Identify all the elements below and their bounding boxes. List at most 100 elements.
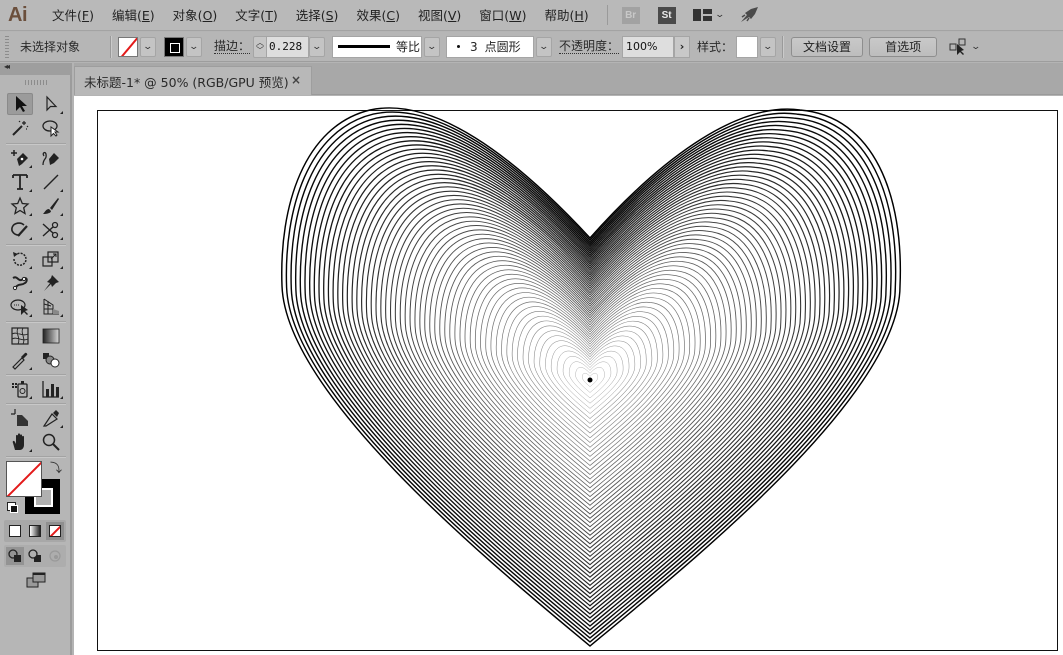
opacity-expand-button[interactable]: ›: [674, 35, 691, 58]
bridge-button[interactable]: Br: [621, 6, 640, 24]
brush-definition[interactable]: 3 点圆形: [446, 35, 535, 58]
opacity-input[interactable]: 100%: [622, 35, 675, 58]
menu-item-w[interactable]: 窗口(W): [473, 0, 532, 31]
type-tool[interactable]: [7, 171, 33, 193]
heart-artwork[interactable]: [74, 96, 1063, 655]
stroke-weight-dropdown[interactable]: ⌄: [309, 36, 326, 57]
lasso-tool[interactable]: [38, 117, 64, 139]
star-tool[interactable]: [7, 195, 33, 217]
direct-selection-icon: [46, 95, 58, 112]
stroke-weight-stepper[interactable]: ︿ ﹀: [253, 35, 268, 58]
menu-item-t[interactable]: 文字(T): [229, 0, 283, 31]
selection-behavior-button[interactable]: ⌄: [949, 38, 981, 56]
default-fill-stroke-icon[interactable]: [7, 502, 18, 513]
selection-status: 未选择对象: [20, 40, 81, 54]
eyedropper-tool[interactable]: [7, 349, 33, 371]
blend-tool[interactable]: [38, 349, 64, 371]
gpu-performance-icon[interactable]: [739, 6, 759, 24]
tool-divider: [6, 244, 66, 245]
artboard-tool[interactable]: [7, 407, 33, 429]
column-graph-icon: [42, 381, 59, 398]
scale-icon: [42, 251, 59, 267]
lasso-icon: [42, 120, 60, 138]
scissors-icon: [42, 221, 59, 239]
chevron-down-icon: ⌄: [311, 41, 323, 52]
rotate-tool[interactable]: [7, 248, 33, 270]
draw-normal-button[interactable]: [6, 547, 24, 565]
control-bar: 未选择对象 ⌄ ⌄ 描边： ︿﹀ 0.228 pt ⌄ 等比 ⌄ 3 点圆形 ⌄…: [0, 32, 1063, 62]
draw-behind-button[interactable]: [26, 547, 44, 565]
shaper-tool[interactable]: [7, 219, 33, 241]
graphic-style-swatch[interactable]: [736, 35, 759, 58]
brush-label: 点圆形: [484, 40, 521, 54]
document-setup-button[interactable]: 文档设置: [791, 36, 864, 57]
stroke-weight-input[interactable]: 0.228 pt: [267, 35, 310, 58]
tool-divider: [6, 321, 66, 322]
fill-color-swatch[interactable]: [6, 461, 42, 497]
drawing-mode-group: [4, 545, 66, 567]
menu-item-h[interactable]: 帮助(H): [538, 0, 594, 31]
layout-grid-icon: [692, 9, 712, 21]
style-dropdown[interactable]: ⌄: [760, 36, 777, 57]
draw-inside-button[interactable]: [46, 547, 64, 565]
menu-item-c[interactable]: 效果(C): [350, 0, 406, 31]
gradient-tool[interactable]: [38, 325, 64, 347]
panel-grip[interactable]: [5, 35, 9, 58]
tool-divider: [6, 456, 66, 457]
document-tab[interactable]: 未标题-1* @ 50% (RGB/GPU 预览) ×: [74, 66, 312, 95]
puppet-warp-tool[interactable]: [7, 272, 33, 294]
magic-wand-tool[interactable]: [7, 117, 33, 139]
hand-tool[interactable]: [7, 431, 33, 453]
scale-tool[interactable]: [38, 248, 64, 270]
app-logo: Ai: [8, 3, 28, 26]
close-tab-icon[interactable]: ×: [291, 73, 301, 87]
preferences-button[interactable]: 首选项: [869, 36, 938, 57]
swap-fill-stroke-icon[interactable]: ⤵: [50, 459, 62, 476]
menu-item-o[interactable]: 对象(O): [167, 0, 224, 31]
tool-divider: [6, 143, 66, 144]
line-segment-tool[interactable]: [38, 171, 64, 193]
select-similar-icon: [949, 38, 966, 55]
menu-item-s[interactable]: 选择(S): [290, 0, 345, 31]
slice-tool[interactable]: [38, 407, 64, 429]
perspective-grid-tool[interactable]: [38, 296, 64, 318]
shaper-icon: [11, 222, 28, 237]
mesh-tool[interactable]: [7, 325, 33, 347]
menu-item-e[interactable]: 编辑(E): [106, 0, 161, 31]
pin-tool[interactable]: [38, 272, 64, 294]
canvas-area[interactable]: [74, 96, 1063, 655]
menu-item-f[interactable]: 文件(F): [46, 0, 100, 31]
chevron-down-icon: ⌄: [538, 41, 550, 52]
none-mode-button[interactable]: [46, 522, 64, 540]
curvature-tool[interactable]: [38, 147, 64, 169]
scissors-tool[interactable]: [38, 219, 64, 241]
selection-tool[interactable]: [7, 93, 33, 115]
variable-width-profile[interactable]: 等比: [332, 35, 423, 58]
brush-dropdown[interactable]: ⌄: [536, 36, 553, 57]
column-graph-tool[interactable]: [38, 378, 64, 400]
fill-swatch[interactable]: [118, 36, 138, 57]
paintbrush-tool[interactable]: [38, 195, 64, 217]
collapse-panel-icon[interactable]: ◂◂: [4, 62, 10, 71]
direct-selection-tool[interactable]: [38, 93, 64, 115]
rotate-icon: [13, 252, 27, 266]
stock-button[interactable]: St: [657, 6, 676, 24]
heart-curve: [323, 144, 859, 611]
pen-tool[interactable]: [7, 147, 33, 169]
stroke-swatch[interactable]: [164, 36, 184, 57]
stroke-label[interactable]: 描边：: [214, 39, 251, 54]
fill-dropdown[interactable]: ⌄: [140, 36, 156, 57]
shape-builder-tool[interactable]: [7, 296, 33, 318]
stroke-dropdown[interactable]: ⌄: [186, 36, 202, 57]
panel-grip[interactable]: [25, 80, 47, 85]
gradient-mode-button[interactable]: [26, 522, 44, 540]
menu-item-v[interactable]: 视图(V): [412, 0, 467, 31]
color-mode-button[interactable]: [6, 522, 24, 540]
opacity-label[interactable]: 不透明度：: [559, 39, 620, 54]
symbol-sprayer-tool[interactable]: [7, 378, 33, 400]
zoom-tool[interactable]: [38, 431, 64, 453]
profile-dropdown[interactable]: ⌄: [424, 36, 441, 57]
arrange-documents-button[interactable]: ⌄: [692, 9, 725, 21]
curvature-pen-icon: [42, 151, 59, 166]
change-screen-mode-icon[interactable]: [26, 572, 46, 588]
